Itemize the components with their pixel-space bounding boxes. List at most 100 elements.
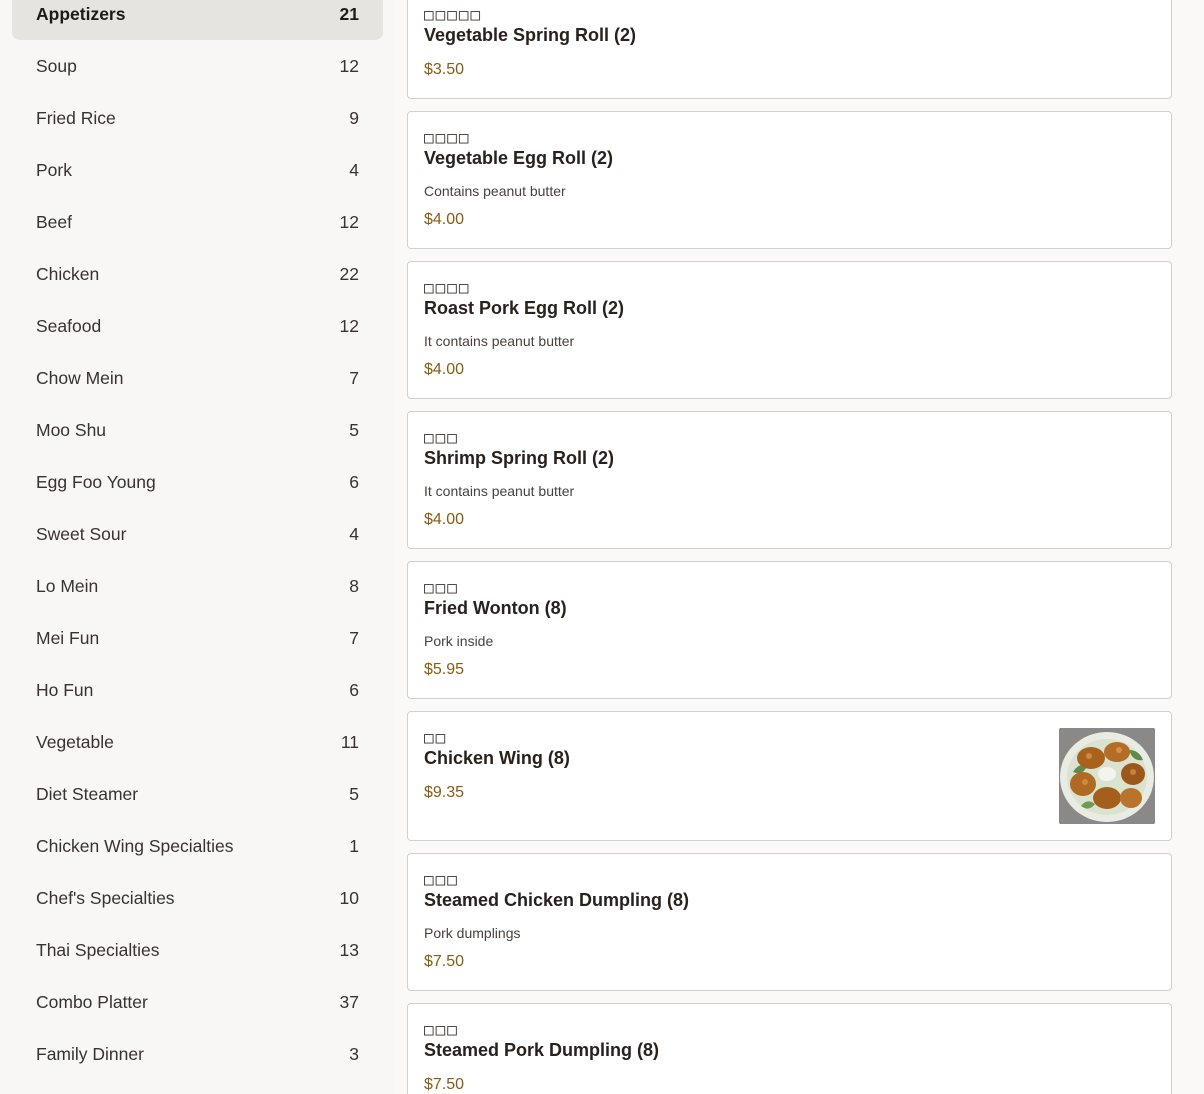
item-chinese-name: □□□□ [424, 278, 471, 297]
category-count: 21 [339, 3, 359, 24]
category-count: 12 [339, 55, 359, 76]
category-label: Beef [36, 211, 72, 232]
category-label: Chow Mein [36, 367, 124, 388]
category-item-chow-mein[interactable]: Chow Mein 7 [12, 352, 383, 404]
category-count: 3 [349, 1043, 359, 1064]
menu-item-card[interactable]: □□ Chicken Wing (8) $9.35 [407, 711, 1172, 841]
category-count: 9 [349, 107, 359, 128]
item-chinese-name: □□□ [424, 870, 459, 889]
category-item-appetizers[interactable]: Appetizers 21 [12, 0, 383, 40]
item-name: Steamed Chicken Dumpling (8) [424, 890, 690, 910]
category-count: 7 [349, 367, 359, 388]
category-label: Chicken [36, 263, 100, 284]
category-label: Fried Rice [36, 107, 116, 128]
item-chinese-name: □□ [424, 728, 448, 747]
category-item-ho-fun[interactable]: Ho Fun 6 [12, 664, 383, 716]
category-label: Soup [36, 55, 77, 76]
category-count: 6 [349, 679, 359, 700]
item-description: Pork dumplings [424, 925, 521, 941]
category-label: Thai Specialties [36, 939, 160, 960]
category-label: Chef's Specialties [36, 887, 175, 908]
menu-item-card[interactable]: □□□ Fried Wonton (8) Pork inside $5.95 [407, 561, 1172, 699]
menu-item-card[interactable]: □□□ Shrimp Spring Roll (2) It contains p… [407, 411, 1172, 549]
item-description: It contains peanut butter [424, 483, 575, 499]
category-label: Pork [36, 159, 72, 180]
item-description: Pork inside [424, 633, 494, 649]
item-price: $9.35 [424, 784, 465, 801]
item-name: Shrimp Spring Roll (2) [424, 448, 615, 468]
category-label: Appetizers [36, 3, 126, 24]
category-item-soup[interactable]: Soup 12 [12, 40, 383, 92]
menu-page: Appetizers 21 Soup 12 Fried Rice 9 Pork … [0, 0, 1204, 1094]
category-item-chicken[interactable]: Chicken 22 [12, 248, 383, 300]
category-item-chefs-specialties[interactable]: Chef's Specialties 10 [12, 872, 383, 924]
item-price: $5.95 [424, 661, 465, 678]
category-count: 12 [339, 315, 359, 336]
item-price: $4.00 [424, 361, 465, 378]
chicken-wing-photo[interactable] [1059, 728, 1155, 824]
category-item-beef[interactable]: Beef 12 [12, 196, 383, 248]
category-item-fried-rice[interactable]: Fried Rice 9 [12, 92, 383, 144]
menu-item-card[interactable]: □□□□ Roast Pork Egg Roll (2) It contains… [407, 261, 1172, 399]
category-count: 22 [339, 263, 359, 284]
category-count: 7 [349, 627, 359, 648]
category-item-combo-platter[interactable]: Combo Platter 37 [12, 976, 383, 1028]
category-item-family-dinner[interactable]: Family Dinner 3 [12, 1028, 383, 1080]
category-label: Ho Fun [36, 679, 94, 700]
menu-item-card[interactable]: □□□ Steamed Pork Dumpling (8) $7.50 [407, 1003, 1172, 1094]
category-item-diet-steamer[interactable]: Diet Steamer 5 [12, 768, 383, 820]
item-description: It contains peanut butter [424, 333, 575, 349]
category-count: 1 [349, 835, 359, 856]
category-label: Seafood [36, 315, 102, 336]
category-count: 4 [349, 523, 359, 544]
category-item-seafood[interactable]: Seafood 12 [12, 300, 383, 352]
category-list: Appetizers 21 Soup 12 Fried Rice 9 Pork … [12, 0, 383, 1080]
category-sidebar: Appetizers 21 Soup 12 Fried Rice 9 Pork … [0, 0, 395, 1094]
category-count: 5 [349, 419, 359, 440]
item-price: $7.50 [424, 953, 465, 970]
item-price: $7.50 [424, 1076, 465, 1093]
item-name: Fried Wonton (8) [424, 598, 567, 618]
item-chinese-name: □□□ [424, 428, 459, 447]
item-name: Steamed Pork Dumpling (8) [424, 1040, 660, 1060]
category-item-vegetable[interactable]: Vegetable 11 [12, 716, 383, 768]
category-item-thai-specialties[interactable]: Thai Specialties 13 [12, 924, 383, 976]
item-price: $4.00 [424, 211, 465, 228]
category-item-chicken-wing-specialties[interactable]: Chicken Wing Specialties 1 [12, 820, 383, 872]
category-item-moo-shu[interactable]: Moo Shu 5 [12, 404, 383, 456]
category-item-mei-fun[interactable]: Mei Fun 7 [12, 612, 383, 664]
category-count: 37 [339, 991, 359, 1012]
item-chinese-name: □□□□ [424, 128, 471, 147]
category-item-pork[interactable]: Pork 4 [12, 144, 383, 196]
menu-item-card[interactable]: □□□ Steamed Chicken Dumpling (8) Pork du… [407, 853, 1172, 991]
category-item-sweet-sour[interactable]: Sweet Sour 4 [12, 508, 383, 560]
category-label: Vegetable [36, 731, 114, 752]
category-count: 4 [349, 159, 359, 180]
item-name: Vegetable Egg Roll (2) [424, 148, 614, 168]
category-count: 5 [349, 783, 359, 804]
item-name: Chicken Wing (8) [424, 748, 570, 768]
category-item-egg-foo-young[interactable]: Egg Foo Young 6 [12, 456, 383, 508]
category-label: Combo Platter [36, 991, 148, 1012]
category-count: 8 [349, 575, 359, 596]
item-price: $4.00 [424, 511, 465, 528]
category-count: 13 [339, 939, 359, 960]
item-name: Roast Pork Egg Roll (2) [424, 298, 625, 318]
menu-item-card[interactable]: □□□□□ Vegetable Spring Roll (2) $3.50 [407, 0, 1172, 99]
menu-item-card[interactable]: □□□□ Vegetable Egg Roll (2) Contains pea… [407, 111, 1172, 249]
item-price: $3.50 [424, 61, 465, 78]
category-item-lo-mein[interactable]: Lo Mein 8 [12, 560, 383, 612]
category-count: 12 [339, 211, 359, 232]
category-label: Family Dinner [36, 1043, 144, 1064]
item-chinese-name: □□□□□ [424, 5, 483, 24]
food-image-icon [1059, 728, 1155, 824]
item-description: Contains peanut butter [424, 183, 566, 199]
category-label: Diet Steamer [36, 783, 139, 804]
category-label: Mei Fun [36, 627, 100, 648]
item-chinese-name: □□□ [424, 578, 459, 597]
category-count: 6 [349, 471, 359, 492]
item-chinese-name: □□□ [424, 1020, 459, 1039]
category-label: Sweet Sour [36, 523, 127, 544]
category-label: Chicken Wing Specialties [36, 835, 234, 856]
category-label: Moo Shu [36, 419, 107, 440]
